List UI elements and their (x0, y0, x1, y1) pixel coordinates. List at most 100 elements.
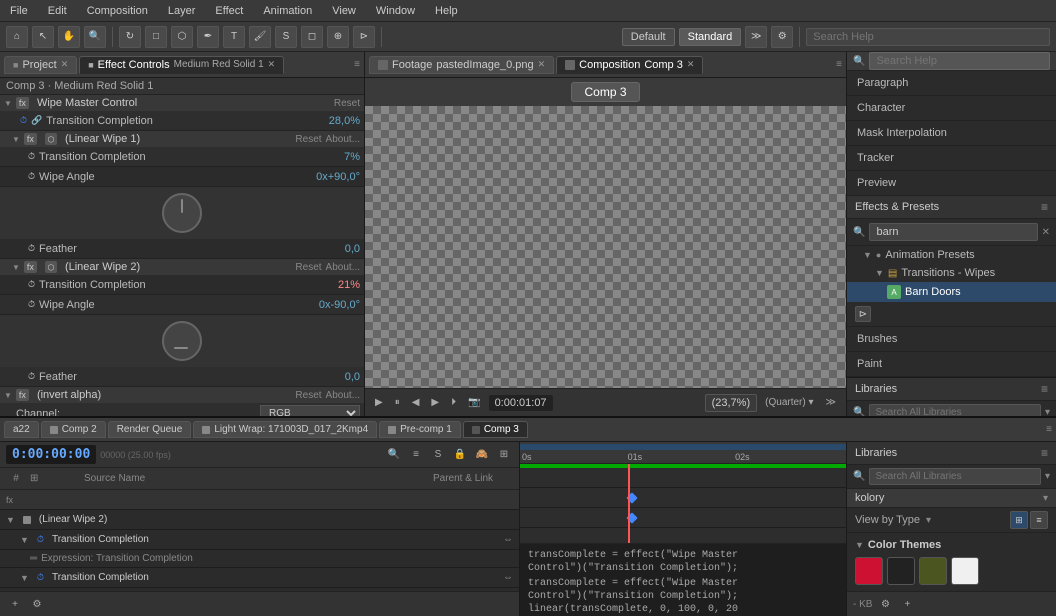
brush-tool[interactable]: 🖌 (249, 26, 271, 48)
viewer-zoom[interactable]: (23,7%) (705, 394, 758, 412)
tab-composition[interactable]: Composition Comp 3 ✕ (556, 56, 703, 74)
linear-wipe-2-header[interactable]: ▼ fx ⬡ (Linear Wipe 2) Reset About... (0, 259, 364, 275)
wipe-master-control-header[interactable]: ▼ fx Wipe Master Control Reset (0, 95, 364, 111)
select-tool[interactable]: ↖ (32, 26, 54, 48)
tab-footage[interactable]: Footage pastedImage_0.png ✕ (369, 56, 554, 74)
eraser-tool[interactable]: ◻ (301, 26, 323, 48)
lw2-feather-stopwatch[interactable]: ⏱ (28, 371, 35, 382)
timeline-tab-lightwrap[interactable]: Light Wrap: 171003D_017_2Kmp4 (193, 421, 377, 438)
panel-menu[interactable]: ≡ (354, 59, 360, 70)
tc-tl-row2[interactable]: ▼ ⏱ Transition Completion ⇔ (0, 568, 519, 588)
timeline-tab-comp3[interactable]: Comp 3 (463, 421, 528, 438)
settings-btn[interactable]: ⚙ (771, 26, 793, 48)
timeline-tab-precomp[interactable]: Pre-comp 1 (379, 421, 461, 438)
pause-btn[interactable]: ⏸ (391, 395, 404, 410)
preview-item[interactable]: Preview (847, 171, 1056, 196)
mask-interpolation-item[interactable]: Mask Interpolation (847, 121, 1056, 146)
tracker-item[interactable]: Tracker (847, 146, 1056, 171)
lw1-feather-value[interactable]: 0,0 (290, 243, 360, 255)
tl-grid-view-btn[interactable]: ⊞ (1010, 511, 1028, 529)
tab-project-close[interactable]: ✕ (61, 59, 69, 70)
layer-props-btn[interactable]: ⚙ (28, 595, 46, 613)
menu-layer[interactable]: Layer (164, 3, 200, 19)
libraries-menu[interactable]: ≡ (1041, 382, 1048, 396)
text-tool[interactable]: T (223, 26, 245, 48)
linear-wipe-1-header[interactable]: ▼ fx ⬡ (Linear Wipe 1) Reset About... (0, 131, 364, 147)
tl-lib-search-input[interactable] (869, 468, 1041, 485)
lw1-stopwatch[interactable]: ⏱ (28, 151, 35, 162)
zoom-tool[interactable]: 🔍 (84, 26, 106, 48)
tl-list-view-btn[interactable]: ≡ (1030, 511, 1048, 529)
roto-tool[interactable]: ⊕ (327, 26, 349, 48)
lw2-feather-value[interactable]: 0,0 (290, 371, 360, 383)
tc2-expr-icon[interactable]: ⇔ (503, 572, 513, 583)
ep-search-input[interactable] (869, 223, 1037, 241)
animation-presets-item[interactable]: ▼ ● Animation Presets (847, 246, 1056, 264)
home-btn[interactable]: ⌂ (6, 26, 28, 48)
solo-btn[interactable]: S (429, 446, 447, 464)
comp-panel-menu[interactable]: ≡ (836, 59, 842, 70)
lock-btn[interactable]: 🔒 (451, 446, 469, 464)
tc-tl-row[interactable]: ▼ ⏱ Transition Completion ⇔ (0, 530, 519, 550)
tc-tl-expr-icon[interactable]: ⇔ (503, 534, 513, 545)
paint-item[interactable]: Paint (847, 352, 1056, 377)
menu-composition[interactable]: Composition (83, 3, 152, 19)
menu-animation[interactable]: Animation (259, 3, 316, 19)
timeline-tab-comp2[interactable]: Comp 2 (41, 421, 106, 438)
menu-file[interactable]: File (6, 3, 32, 19)
viewer-timecode[interactable]: 0:00:01:07 (489, 395, 553, 411)
quality-dropdown[interactable]: (Quarter) ▾ (761, 395, 817, 410)
menu-effect[interactable]: Effect (211, 3, 247, 19)
lw2-angle-value[interactable]: 0x-90,0° (290, 299, 360, 311)
timeline-menu[interactable]: ≡ (1046, 424, 1052, 435)
menu-help[interactable]: Help (431, 3, 462, 19)
paragraph-item[interactable]: Paragraph (847, 71, 1056, 96)
menu-window[interactable]: Window (372, 3, 419, 19)
add-layer-btn[interactable]: + (6, 595, 24, 613)
tc1-value[interactable]: 28,0% (290, 115, 360, 127)
lw2-angle-stopwatch[interactable]: ⏱ (28, 299, 35, 310)
workspace-more[interactable]: ≫ (745, 26, 767, 48)
tl-swatch-black[interactable] (887, 557, 915, 585)
timeline-lib-header[interactable]: Libraries ≡ (847, 442, 1056, 465)
search-help-input[interactable] (869, 52, 1050, 70)
tab-comp-close[interactable]: ✕ (687, 59, 695, 70)
transitions-wipes-item[interactable]: ▼ ▤ Transitions - Wipes (847, 264, 1056, 282)
tl-lib-dropdown[interactable]: kolory ▾ (847, 489, 1056, 508)
ep-header[interactable]: Effects & Presets ≡ (847, 196, 1056, 219)
lw1-reset[interactable]: Reset (295, 134, 321, 145)
switches-btn[interactable]: ⊞ (495, 446, 513, 464)
lw1-feather-stopwatch[interactable]: ⏱ (28, 243, 35, 254)
search-layer-btn[interactable]: 🔍 (385, 446, 403, 464)
hand-tool[interactable]: ✋ (58, 26, 80, 48)
shy-btn[interactable]: 🙈 (473, 446, 491, 464)
rotate-tool[interactable]: ↻ (119, 26, 141, 48)
workspace-standard[interactable]: Standard (679, 28, 742, 46)
ep-clear-btn[interactable]: ✕ (1042, 227, 1050, 238)
lw1-tc-value[interactable]: 7% (290, 151, 360, 163)
tl-lib-search-dropdown[interactable]: ▾ (1045, 471, 1050, 482)
pen-tool[interactable]: ✒ (197, 26, 219, 48)
tab-effect-close[interactable]: ✕ (268, 59, 276, 70)
next-frame[interactable]: ▶ (427, 395, 443, 410)
lw2-reset[interactable]: Reset (295, 262, 321, 273)
ia-about[interactable]: About... (326, 390, 360, 401)
timeline-tab-a22[interactable]: a22 (4, 421, 39, 438)
tl-view-by[interactable]: View by Type (855, 514, 920, 526)
tab-footage-close[interactable]: ✕ (538, 59, 546, 70)
lw1-angle-value[interactable]: 0x+90,0° (290, 171, 360, 183)
character-item[interactable]: Character (847, 96, 1056, 121)
ia-reset[interactable]: Reset (295, 390, 321, 401)
clone-tool[interactable]: S (275, 26, 297, 48)
wipe-master-reset[interactable]: Reset (334, 98, 360, 109)
timecode-display[interactable]: 0:00:00:00 (6, 445, 96, 464)
libraries-header[interactable]: Libraries ≡ (847, 378, 1056, 401)
mask-tool[interactable]: ⬡ (171, 26, 193, 48)
tl-swatch-red[interactable] (855, 557, 883, 585)
ia-channel-select[interactable]: RGB (260, 405, 360, 416)
lib-search-dropdown[interactable]: ▾ (1045, 407, 1050, 416)
playhead[interactable] (628, 464, 630, 543)
prev-frame[interactable]: ◀ (408, 395, 424, 410)
ram-preview[interactable]: ⏵ (447, 395, 460, 410)
apply-preset-btn[interactable]: ⊳ (855, 306, 871, 322)
